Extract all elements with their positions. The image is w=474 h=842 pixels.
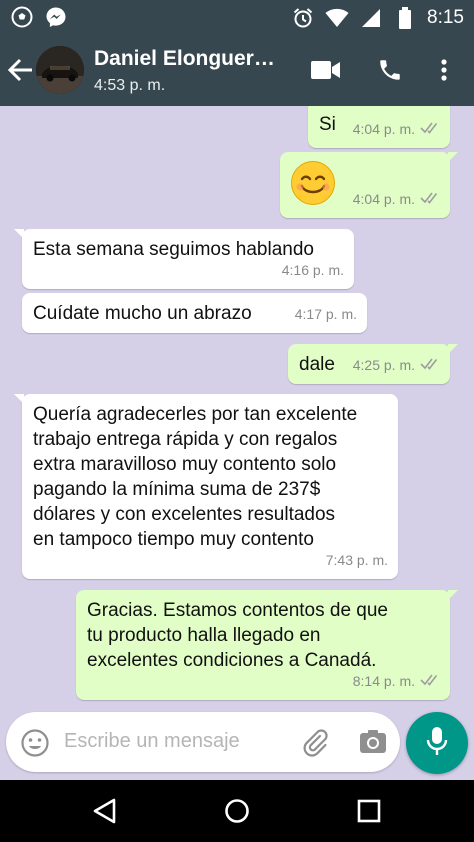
wifi-icon <box>325 6 349 30</box>
mic-icon <box>425 725 449 762</box>
attach-icon[interactable] <box>300 727 330 757</box>
outgoing-message[interactable]: Gracias. Estamos contentos de que tu pro… <box>76 590 458 700</box>
nav-back-icon[interactable] <box>90 796 120 826</box>
bubble-tail <box>14 394 24 404</box>
message-list[interactable]: Si 4:04 p. m. 4:04 p. m. Esta semana seg… <box>0 106 474 778</box>
smiling-face-icon <box>290 160 336 206</box>
signal-icon <box>359 6 383 30</box>
nav-home-icon[interactable] <box>222 796 252 826</box>
emoji-icon[interactable] <box>20 728 50 758</box>
bubble-tail <box>448 344 458 354</box>
outgoing-message[interactable]: 4:04 p. m. <box>280 152 458 218</box>
message-meta: 4:17 p. m. <box>295 302 357 327</box>
more-vert-icon[interactable] <box>428 54 460 86</box>
message-meta: 4:04 p. m. <box>353 187 440 212</box>
message-time: 4:17 p. m. <box>294 306 357 322</box>
message-input[interactable]: Escribe un mensaje <box>64 730 240 753</box>
message-meta: 7:43 p. m. <box>326 548 388 573</box>
phone-icon[interactable] <box>374 54 406 86</box>
message-meta: 4:04 p. m. <box>353 117 440 142</box>
video-call-icon[interactable] <box>310 54 342 86</box>
message-time: 7:43 p. m. <box>325 552 388 568</box>
message-composer: Escribe un mensaje <box>6 712 400 772</box>
battery-icon <box>393 6 417 30</box>
contact-name[interactable]: Daniel Elonguer… <box>94 47 275 71</box>
status-time: 8:15 <box>427 7 464 28</box>
incoming-message[interactable]: Esta semana seguimos hablando 4:16 p. m. <box>14 229 354 289</box>
avatar[interactable] <box>36 46 84 94</box>
bubble-tail <box>448 152 458 162</box>
outgoing-message[interactable]: dale 4:25 p. m. <box>288 344 458 384</box>
double-check-icon <box>420 353 440 378</box>
message-meta: 4:25 p. m. <box>353 353 440 378</box>
message-time: 4:25 p. m. <box>352 357 415 373</box>
message-time: 8:14 p. m. <box>352 673 415 689</box>
soccer-ball-icon <box>10 5 34 29</box>
message-text: Esta semana seguimos hablando <box>33 239 314 260</box>
bubble-tail <box>14 229 24 239</box>
outgoing-message[interactable]: Si 4:04 p. m. <box>308 106 450 148</box>
message-text: Si <box>319 114 336 135</box>
double-check-icon <box>420 117 440 142</box>
chat-header: Daniel Elonguer… 4:53 p. m. <box>0 34 474 106</box>
message-text: Quería agradecerles por tan excelente tr… <box>33 404 358 550</box>
message-text: dale <box>299 354 335 375</box>
bubble-tail <box>448 590 458 600</box>
nav-recents-icon[interactable] <box>354 796 384 826</box>
messenger-icon <box>44 5 68 29</box>
message-text: Cuídate mucho un abrazo <box>33 303 252 324</box>
back-arrow-icon[interactable] <box>6 56 36 84</box>
message-time: 4:16 p. m. <box>281 262 344 278</box>
message-meta: 4:16 p. m. <box>282 258 344 283</box>
last-seen: 4:53 p. m. <box>94 77 166 94</box>
navigation-bar <box>0 780 474 842</box>
message-meta: 8:14 p. m. <box>353 669 440 694</box>
status-bar: 8:15 <box>0 0 474 34</box>
camera-icon[interactable] <box>358 727 388 757</box>
mic-button[interactable] <box>406 712 468 774</box>
message-time: 4:04 p. m. <box>352 191 415 207</box>
message-text: Gracias. Estamos contentos de que tu pro… <box>87 600 388 671</box>
double-check-icon <box>420 669 440 694</box>
incoming-message[interactable]: Cuídate mucho un abrazo 4:17 p. m. <box>22 293 367 333</box>
alarm-icon <box>291 6 315 30</box>
message-time: 4:04 p. m. <box>352 121 415 137</box>
double-check-icon <box>420 187 440 212</box>
incoming-message[interactable]: Quería agradecerles por tan excelente tr… <box>14 394 398 579</box>
